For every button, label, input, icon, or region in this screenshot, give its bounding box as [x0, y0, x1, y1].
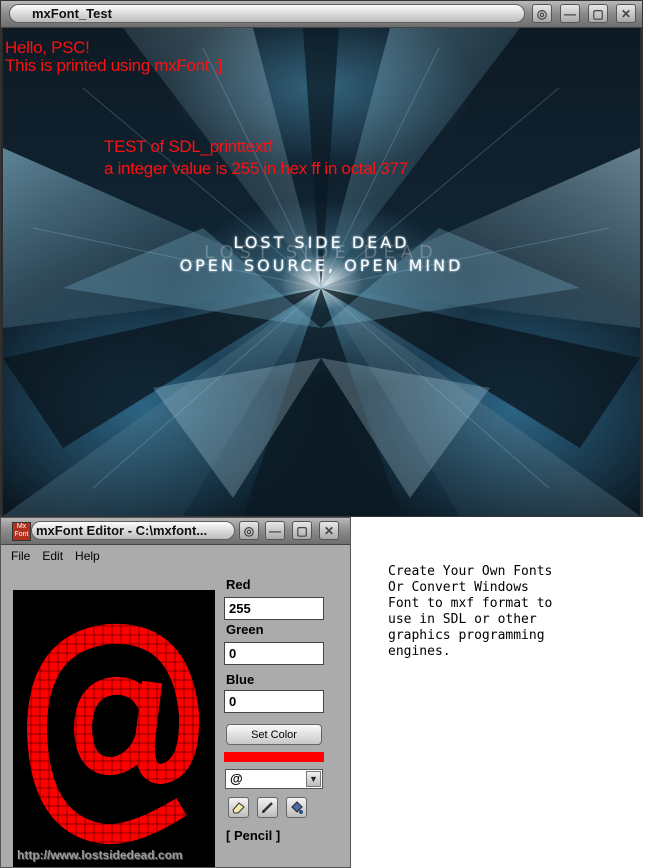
- window-title: mxFont_Test: [9, 4, 525, 23]
- value-text: a integer value is 255 in hex ff in octa…: [104, 159, 408, 178]
- menu-bar: File Edit Help: [5, 546, 346, 568]
- close-button[interactable]: ✕: [319, 521, 339, 540]
- logo-line-2: Open Source, Open Mind: [179, 256, 464, 275]
- chevron-down-icon[interactable]: ▼: [306, 771, 321, 787]
- selected-character: @: [230, 771, 243, 786]
- hello-text: Hello, PSC!: [5, 38, 90, 57]
- maximize-button[interactable]: ▢: [588, 4, 608, 23]
- fill-tool-button[interactable]: [286, 797, 307, 818]
- pixel-grid-canvas[interactable]: [13, 590, 215, 867]
- promo-text: Create Your Own Fonts Or Convert Windows…: [388, 564, 553, 659]
- menu-edit[interactable]: Edit: [36, 546, 69, 568]
- current-tool-label: [ Pencil ]: [226, 828, 281, 843]
- minimize-button[interactable]: —: [560, 4, 580, 23]
- editor-window: Mx Font mxFont Editor - C:\mxfont... ◎ — …: [0, 517, 351, 868]
- app-logo-icon: Mx Font: [12, 522, 31, 541]
- demo-window-titlebar[interactable]: mxFont_Test ◎ — ▢ ✕: [1, 1, 642, 28]
- printed-text: This is printed using mxFont ;]: [5, 56, 223, 75]
- pin-icon[interactable]: ◎: [532, 4, 552, 23]
- fill-bucket-icon: [291, 801, 303, 814]
- menu-help[interactable]: Help: [69, 546, 106, 568]
- pencil-icon: [262, 802, 273, 813]
- website-link[interactable]: http://www.lostsidedead.com: [17, 848, 183, 862]
- glyph-preview: [13, 590, 215, 867]
- eraser-tool-button[interactable]: [228, 797, 249, 818]
- green-label: Green: [226, 622, 264, 637]
- demo-window: mxFont_Test ◎ — ▢ ✕ Hello, PSC! This is …: [0, 0, 643, 517]
- red-label: Red: [226, 577, 251, 592]
- logo-line-1: Lost Side Dead: [233, 233, 410, 252]
- minimize-button[interactable]: —: [265, 521, 285, 540]
- test-text: TEST of SDL_printtextf: [104, 137, 272, 156]
- render-canvas: Hello, PSC! This is printed using mxFont…: [3, 28, 640, 516]
- pencil-tool-button[interactable]: [257, 797, 278, 818]
- green-input[interactable]: [224, 642, 324, 665]
- eraser-icon: [232, 802, 245, 814]
- editor-window-titlebar[interactable]: Mx Font mxFont Editor - C:\mxfont... ◎ — …: [1, 518, 350, 545]
- close-button[interactable]: ✕: [616, 4, 636, 23]
- character-select[interactable]: @ ▼: [225, 769, 323, 789]
- blue-label: Blue: [226, 672, 255, 687]
- menu-file[interactable]: File: [5, 546, 36, 568]
- color-swatch: [224, 752, 324, 762]
- editor-title: mxFont Editor - C:\mxfont...: [31, 521, 235, 540]
- red-input[interactable]: [224, 597, 324, 620]
- pin-icon[interactable]: ◎: [239, 521, 259, 540]
- blue-input[interactable]: [224, 690, 324, 713]
- set-color-button[interactable]: Set Color: [226, 724, 322, 745]
- maximize-button[interactable]: ▢: [292, 521, 312, 540]
